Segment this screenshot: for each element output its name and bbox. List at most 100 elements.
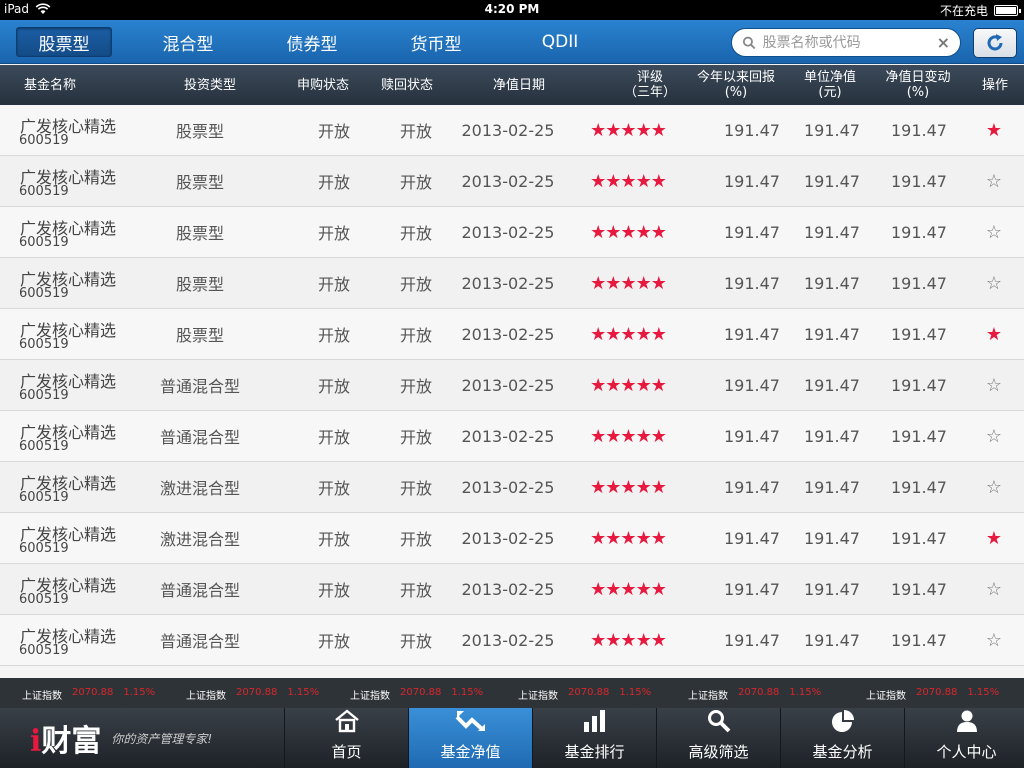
star-filled-icon[interactable]: ★ — [966, 309, 1022, 359]
cell-date: 2013-02-25 — [461, 630, 555, 650]
cell-type: 普通混合型 — [159, 377, 240, 396]
cell-purchase: 开放 — [317, 224, 350, 243]
tab-1[interactable]: 混合型 — [140, 27, 236, 57]
nav-item-pie-chart[interactable]: 基金分析 — [780, 708, 904, 768]
ticker-item: 上证指数 2070.88 1.15% — [518, 687, 651, 702]
col-action: 操作 — [981, 77, 1008, 93]
fund-type-tabs: 股票型 混合型 债券型 货币型 QDII — [16, 27, 636, 57]
col-change[interactable]: 净值日变动 (%) — [870, 65, 966, 105]
ticker-label: 上证指数 — [350, 691, 390, 702]
col-date[interactable]: 净值日期 — [469, 65, 569, 105]
ticker-pct: 1.15% — [619, 687, 652, 698]
col-ytd[interactable]: 今年以来回报 (%) — [686, 65, 786, 105]
star-outline-icon[interactable]: ☆ — [966, 360, 1022, 410]
cell-redeem: 开放 — [399, 530, 432, 549]
cell-type: 普通混合型 — [159, 428, 240, 447]
ticker-pct: 1.15% — [123, 687, 156, 698]
rating-stars: ★★★★★ — [590, 272, 667, 294]
col-redeem[interactable]: 赎回状态 — [367, 65, 447, 105]
cell-change: 191.47 — [891, 324, 947, 344]
nav-item-trend[interactable]: 基金净值 — [408, 708, 532, 768]
star-outline-icon[interactable]: ☆ — [966, 462, 1022, 512]
nav-label: 基金排行 — [564, 743, 625, 761]
cell-purchase: 开放 — [317, 275, 350, 294]
col-name[interactable]: 基金名称 — [0, 65, 100, 105]
search-box[interactable]: × — [731, 28, 961, 57]
fund-code: 600519 — [19, 184, 69, 199]
fund-code: 600519 — [19, 235, 69, 250]
table-row[interactable]: 广发核心精选 600519 激进混合型 开放 开放 2013-02-25 191.47 191… — [0, 462, 1024, 513]
star-outline-icon[interactable]: ☆ — [966, 156, 1022, 206]
nav-label: 个人中心 — [936, 743, 997, 761]
cell-redeem: 开放 — [399, 122, 432, 141]
cell-purchase: 开放 — [317, 122, 350, 141]
nav-label: 基金净值 — [440, 743, 501, 761]
table-row[interactable]: 广发核心精选 600519 激进混合型 开放 开放 2013-02-25 191.47 191… — [0, 513, 1024, 564]
table-row[interactable]: 广发核心精选 600519 普通混合型 开放 开放 2013-02-25 191.47 191… — [0, 411, 1024, 462]
cell-date: 2013-02-25 — [461, 426, 555, 446]
cell-nav: 191.47 — [804, 426, 860, 446]
cell-type: 激进混合型 — [159, 479, 240, 498]
tab-4[interactable]: QDII — [512, 27, 608, 57]
cell-type: 股票型 — [175, 173, 224, 192]
table-row[interactable]: 广发核心精选 600519 普通混合型 开放 开放 2013-02-25 191.47 191… — [0, 564, 1024, 615]
ticker-label: 上证指数 — [22, 691, 62, 702]
cell-change: 191.47 — [891, 171, 947, 191]
cell-nav: 191.47 — [804, 120, 860, 140]
table-row[interactable]: 广发核心精选 600519 普通混合型 开放 开放 2013-02-25 191.47 191… — [0, 615, 1024, 666]
table-row[interactable]: 广发核心精选 600519 股票型 开放 开放 2013-02-25 191.47 191.4… — [0, 207, 1024, 258]
cell-change: 191.47 — [891, 426, 947, 446]
table-row[interactable]: 广发核心精选 600519 股票型 开放 开放 2013-02-25 191.47 191.4… — [0, 156, 1024, 207]
clear-icon[interactable]: × — [937, 33, 950, 52]
col-type[interactable]: 投资类型 — [150, 65, 270, 105]
star-filled-icon[interactable]: ★ — [966, 105, 1022, 155]
cell-change: 191.47 — [891, 375, 947, 395]
pie-chart-icon — [830, 709, 856, 741]
rating-stars: ★★★★★ — [590, 527, 667, 549]
fund-code: 600519 — [19, 133, 69, 148]
ticker-item: 上证指数 2070.88 1.15% — [186, 687, 319, 702]
ticker-value: 2070.88 — [568, 687, 610, 698]
fund-code: 600519 — [19, 490, 69, 505]
nav-item-search[interactable]: 高级筛选 — [656, 708, 780, 768]
tab-0[interactable]: 股票型 — [16, 27, 112, 57]
nav-item-bar-chart[interactable]: 基金排行 — [532, 708, 656, 768]
nav-item-user[interactable]: 个人中心 — [904, 708, 1024, 768]
cell-nav: 191.47 — [804, 477, 860, 497]
trend-icon — [454, 709, 488, 741]
search-input[interactable] — [762, 34, 937, 51]
cell-redeem: 开放 — [399, 581, 432, 600]
cell-nav: 191.47 — [804, 630, 860, 650]
cell-type: 股票型 — [175, 224, 224, 243]
cell-date: 2013-02-25 — [461, 222, 555, 242]
star-outline-icon[interactable]: ☆ — [966, 411, 1022, 461]
tab-3[interactable]: 货币型 — [388, 27, 484, 57]
fund-code: 600519 — [19, 592, 69, 607]
star-outline-icon[interactable]: ☆ — [966, 615, 1022, 665]
star-outline-icon[interactable]: ☆ — [966, 207, 1022, 257]
tab-2[interactable]: 债券型 — [264, 27, 360, 57]
table-row[interactable]: 广发核心精选 600519 股票型 开放 开放 2013-02-25 191.47 191.4… — [0, 309, 1024, 360]
ticker-value: 2070.88 — [916, 687, 958, 698]
ticker-label: 上证指数 — [688, 691, 728, 702]
star-outline-icon[interactable]: ☆ — [966, 258, 1022, 308]
cell-purchase: 开放 — [317, 632, 350, 651]
col-purchase[interactable]: 申购状态 — [283, 65, 363, 105]
table-row[interactable]: 广发核心精选 600519 普通混合型 开放 开放 2013-02-25 191.47 191… — [0, 360, 1024, 411]
star-outline-icon[interactable]: ☆ — [966, 564, 1022, 614]
bottom-bar: i财富 你的资产管理专家! 首页 基金净值 基金排行 高级筛选 基金分析 个人中… — [0, 708, 1024, 768]
col-nav[interactable]: 单位净值 (元) — [790, 65, 870, 105]
star-filled-icon[interactable]: ★ — [966, 513, 1022, 563]
cell-nav: 191.47 — [804, 375, 860, 395]
cell-type: 股票型 — [175, 122, 224, 141]
ticker-pct: 1.15% — [451, 687, 484, 698]
col-rating[interactable]: 评级 （三年） — [610, 65, 690, 105]
refresh-button[interactable] — [973, 28, 1017, 58]
battery-icon — [994, 5, 1021, 16]
table-row[interactable]: 广发核心精选 600519 股票型 开放 开放 2013-02-25 191.47 191.4… — [0, 105, 1024, 156]
cell-nav: 191.47 — [804, 324, 860, 344]
cell-type: 股票型 — [175, 326, 224, 345]
nav-item-home[interactable]: 首页 — [284, 708, 408, 768]
ticker-value: 2070.88 — [738, 687, 780, 698]
table-row[interactable]: 广发核心精选 600519 股票型 开放 开放 2013-02-25 191.47 191.4… — [0, 258, 1024, 309]
